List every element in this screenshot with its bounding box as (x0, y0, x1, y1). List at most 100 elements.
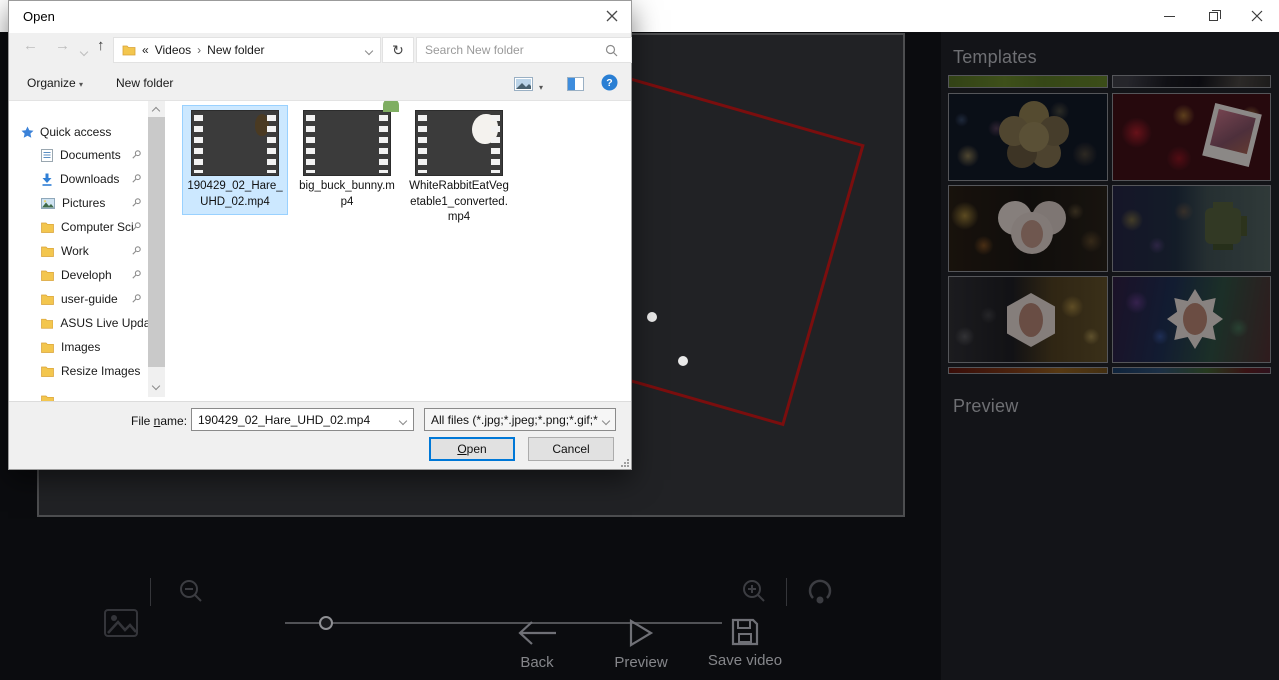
sidebar-item-documents[interactable]: Documents (9, 144, 149, 166)
quick-access-star-icon (21, 126, 34, 139)
bokeh-background (949, 277, 1107, 362)
back-label: Back (520, 654, 553, 671)
sidebar-item-label: Downloads (60, 172, 119, 186)
folder-icon (41, 294, 54, 305)
breadcrumb-collapse[interactable]: « (142, 43, 149, 57)
sidebar-item-work[interactable]: Work (9, 240, 149, 262)
pin-icon (131, 269, 142, 280)
template-thumbnail-red[interactable] (948, 367, 1108, 374)
scroll-up-icon[interactable] (152, 107, 160, 115)
template-thumbnail-red-bokeh-polaroid[interactable] (1112, 93, 1271, 181)
toolbar-divider (150, 578, 151, 606)
organize-menu[interactable]: Organize ▾ (27, 76, 83, 90)
nav-forward-icon[interactable]: → (55, 37, 70, 54)
help-icon: ? (601, 74, 618, 91)
dialog-body: Quick access Documents Downloads (9, 101, 631, 401)
sidebar-item-downloads[interactable]: Downloads (9, 168, 149, 190)
sidebar-item-quick-access[interactable]: Quick access (9, 121, 149, 143)
sidebar-item-label: Images (61, 340, 100, 354)
sidebar-item-user-guide[interactable]: user-guide (9, 288, 149, 310)
breadcrumb[interactable]: « Videos › New folder (113, 37, 381, 63)
file-item-white-rabbit[interactable]: WhiteRabbitEatVegetable1_converted.mp4 (406, 105, 512, 231)
sidebar-item-resize-images[interactable]: Resize Images (9, 360, 149, 382)
file-name-input[interactable] (192, 413, 400, 427)
search-box[interactable] (416, 37, 632, 63)
template-thumbnail-dark-photo[interactable] (1112, 75, 1271, 88)
folder-icon (41, 366, 54, 377)
sidebar-item-images[interactable]: Images (9, 336, 149, 358)
dialog-close-button[interactable] (597, 1, 627, 31)
breadcrumb-item-videos[interactable]: Videos (155, 43, 191, 57)
templates-panel: Templates (941, 32, 1279, 680)
puzzle-piece-shape-icon (1205, 208, 1241, 244)
control-point[interactable] (647, 312, 657, 322)
rotate-icon[interactable] (806, 577, 834, 605)
preview-pane-button[interactable] (567, 77, 584, 91)
sidebar-item-asus-live-update[interactable]: ASUS Live Updat (9, 312, 149, 334)
preview-heading: Preview (953, 396, 1018, 417)
template-thumbnail-mickey-ears[interactable] (948, 185, 1108, 272)
folder-icon (41, 342, 54, 353)
file-item-hare-video[interactable]: 190429_02_Hare_UHD_02.mp4 (182, 105, 288, 215)
save-video-label: Save video (708, 652, 782, 669)
sidebar-scrollbar[interactable] (148, 101, 165, 397)
refresh-button[interactable]: ↻ (382, 37, 414, 63)
open-button[interactable]: Open (429, 437, 515, 461)
preview-button[interactable]: Preview (606, 618, 676, 671)
sidebar-item-label: user-guide (61, 292, 118, 306)
template-thumbnail-blue[interactable] (1112, 367, 1271, 374)
template-thumbnail-flower-collage[interactable] (948, 93, 1108, 181)
dialog-title: Open (23, 9, 55, 24)
save-video-button[interactable]: Save video (700, 618, 790, 669)
folder-icon (41, 318, 53, 329)
sidebar-item-developh[interactable]: Developh (9, 264, 149, 286)
file-type-value: All files (*.jpg;*.jpeg;*.png;*.gif;* (431, 413, 603, 427)
scrollbar-thumb[interactable] (148, 117, 165, 367)
video-thumbnail-bunny (303, 110, 391, 176)
zoom-out-icon[interactable] (178, 578, 204, 604)
sidebar-item-pictures[interactable]: Pictures (9, 192, 149, 214)
breadcrumb-separator: › (197, 43, 201, 57)
template-thumbnail-hexagon-portrait[interactable] (948, 276, 1108, 363)
restore-button[interactable] (1191, 0, 1235, 32)
dialog-titlebar[interactable]: Open (9, 1, 631, 33)
control-point[interactable] (678, 356, 688, 366)
template-thumbnail-star-portrait[interactable] (1112, 276, 1271, 363)
combobox-chevron-icon[interactable] (400, 413, 406, 427)
cancel-button[interactable]: Cancel (528, 437, 614, 461)
folder-icon (41, 246, 54, 257)
zoom-slider-knob[interactable] (319, 616, 333, 630)
template-thumbnail-green-grass[interactable] (948, 75, 1108, 88)
close-icon (606, 10, 618, 22)
nav-back-icon[interactable]: ← (23, 37, 38, 54)
resize-grip[interactable] (621, 459, 629, 467)
back-button[interactable]: Back (505, 618, 569, 671)
scroll-down-icon[interactable] (152, 382, 160, 390)
file-item-big-buck-bunny[interactable]: big_buck_bunny.mp4 (294, 105, 400, 215)
search-icon (605, 44, 618, 57)
thumbnail-view-button[interactable] (514, 77, 533, 91)
nav-history-chevron-icon[interactable] (81, 42, 87, 59)
sidebar-item-label: Pictures (62, 196, 105, 210)
close-button[interactable] (1235, 0, 1279, 32)
file-name-combobox[interactable] (191, 408, 414, 431)
view-dropdown-chevron-icon[interactable]: ▾ (539, 79, 543, 93)
help-button[interactable]: ? (601, 74, 618, 91)
new-folder-button[interactable]: New folder (116, 76, 173, 90)
restore-icon (1209, 12, 1218, 21)
back-arrow-icon (516, 618, 558, 648)
file-name-label-text: File name: (131, 414, 187, 428)
zoom-in-icon[interactable] (741, 578, 767, 604)
open-file-dialog: Open ← → ↑ « Videos › New folder ↻ (8, 0, 632, 470)
sidebar-item-partial[interactable] (9, 389, 149, 401)
breadcrumb-dropdown-chevron-icon[interactable] (366, 43, 372, 57)
preview-label: Preview (614, 654, 667, 671)
minimize-button[interactable] (1147, 0, 1191, 32)
nav-up-icon[interactable]: ↑ (97, 37, 105, 54)
template-thumbnail-puzzle-piece[interactable] (1112, 185, 1271, 272)
sidebar-item-computer-sci[interactable]: Computer Sci (9, 216, 149, 238)
file-type-dropdown[interactable]: All files (*.jpg;*.jpeg;*.png;*.gif;* (424, 408, 616, 431)
pin-icon (131, 149, 142, 160)
search-input[interactable] (425, 43, 605, 57)
breadcrumb-item-new-folder[interactable]: New folder (207, 43, 264, 57)
